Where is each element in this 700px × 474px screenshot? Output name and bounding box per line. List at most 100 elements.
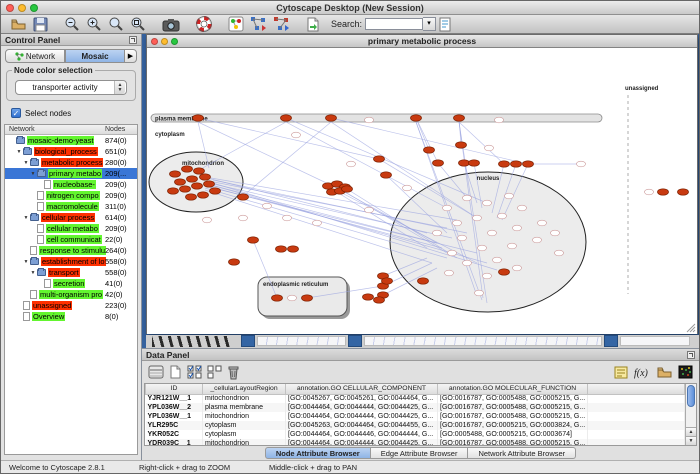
network-node-selected-category[interactable] bbox=[288, 246, 299, 252]
network-node[interactable] bbox=[551, 230, 560, 236]
tree-row[interactable]: cellular metabo209(0) bbox=[5, 223, 137, 234]
layout-network-button[interactable] bbox=[250, 16, 267, 33]
search-dropdown-button[interactable]: ▾ bbox=[423, 17, 436, 31]
network-node[interactable] bbox=[505, 193, 514, 199]
network-edge[interactable] bbox=[331, 122, 477, 218]
network-node[interactable] bbox=[448, 250, 457, 256]
table-row[interactable]: YDR039C__1mitochondrion[GO:0044464, GO:0… bbox=[146, 439, 685, 446]
network-node[interactable] bbox=[443, 205, 452, 211]
network-node[interactable] bbox=[645, 189, 654, 195]
network-node-selected-category[interactable] bbox=[204, 181, 215, 187]
zoom-in-button[interactable] bbox=[86, 16, 102, 33]
network-node[interactable] bbox=[518, 205, 527, 211]
network-node-selected-category[interactable] bbox=[180, 186, 191, 192]
network-node[interactable] bbox=[483, 273, 492, 279]
network-node[interactable] bbox=[513, 265, 522, 271]
network-node[interactable] bbox=[288, 295, 297, 301]
network-node-selected-category[interactable] bbox=[238, 194, 249, 200]
attribute-grid-button[interactable] bbox=[148, 363, 164, 381]
network-node[interactable] bbox=[463, 260, 472, 266]
network-node-selected-category[interactable] bbox=[194, 168, 205, 174]
table-row[interactable]: YJR121W__1mitochondrion[GO:0045267, GO:0… bbox=[146, 394, 685, 403]
network-node-selected-category[interactable] bbox=[248, 237, 259, 243]
delete-attribute-button[interactable] bbox=[227, 363, 240, 381]
network-node-selected-category[interactable] bbox=[433, 160, 444, 166]
network-node-selected-category[interactable] bbox=[193, 115, 204, 121]
network-edge[interactable] bbox=[198, 118, 379, 159]
tree-row[interactable]: cell communicat22(0) bbox=[5, 234, 137, 245]
network-node[interactable] bbox=[203, 217, 212, 223]
network-node-selected-category[interactable] bbox=[170, 171, 181, 177]
network-node[interactable] bbox=[498, 213, 507, 219]
network-node[interactable] bbox=[458, 235, 467, 241]
network-node[interactable] bbox=[403, 185, 412, 191]
network-node-selected-category[interactable] bbox=[281, 115, 292, 121]
expand-arrow-icon[interactable]: ▼ bbox=[22, 259, 30, 265]
network-node-selected-category[interactable] bbox=[411, 115, 422, 121]
network-node-selected-category[interactable] bbox=[374, 156, 385, 162]
network-node-selected-category[interactable] bbox=[381, 172, 392, 178]
open-session-button[interactable] bbox=[10, 16, 27, 33]
tree-row[interactable]: nucleobase-209(0) bbox=[5, 179, 137, 190]
network-node[interactable] bbox=[555, 250, 564, 256]
tab-node-attribute-browser[interactable]: Node Attribute Browser bbox=[265, 447, 371, 459]
network-node[interactable] bbox=[577, 161, 586, 167]
zoom-out-button[interactable] bbox=[64, 16, 80, 33]
tree-row[interactable]: secretion41(0) bbox=[5, 278, 137, 289]
column-header[interactable]: annotation.GO CELLULAR_COMPONENT bbox=[286, 384, 438, 394]
network-node-selected-category[interactable] bbox=[186, 194, 197, 200]
network-node-selected-category[interactable] bbox=[499, 269, 510, 275]
tree-row[interactable]: ▼establishment of lo558(0) bbox=[5, 256, 137, 267]
network-node[interactable] bbox=[473, 215, 482, 221]
network-node[interactable] bbox=[365, 117, 374, 123]
zoom-selected-button[interactable] bbox=[108, 16, 124, 33]
expand-arrow-icon[interactable]: ▼ bbox=[22, 160, 30, 166]
network-node-selected-category[interactable] bbox=[187, 176, 198, 182]
network-node-selected-category[interactable] bbox=[168, 188, 179, 194]
network-node[interactable] bbox=[433, 230, 442, 236]
network-node[interactable] bbox=[533, 237, 542, 243]
network-node[interactable] bbox=[365, 207, 374, 213]
node-color-dropdown[interactable]: transporter activity ▲▼ bbox=[15, 80, 127, 95]
expand-arrow-icon[interactable]: ▼ bbox=[29, 270, 37, 276]
network-node[interactable] bbox=[478, 245, 487, 251]
network-node[interactable] bbox=[475, 290, 484, 296]
network-node[interactable] bbox=[347, 161, 356, 167]
select-attributes-button[interactable] bbox=[187, 363, 202, 381]
network-node-selected-category[interactable] bbox=[382, 278, 393, 284]
tab-network[interactable]: Network bbox=[5, 49, 65, 63]
network-node[interactable] bbox=[263, 203, 272, 209]
network-node-selected-category[interactable] bbox=[276, 246, 287, 252]
close-button[interactable] bbox=[6, 4, 14, 12]
network-node-selected-category[interactable] bbox=[210, 188, 221, 194]
network-node-selected-category[interactable] bbox=[175, 179, 186, 185]
unselect-attributes-button[interactable] bbox=[207, 363, 222, 381]
network-node-selected-category[interactable] bbox=[469, 160, 480, 166]
column-header[interactable]: _cellularLayoutRegion bbox=[203, 384, 286, 394]
search-input[interactable] bbox=[365, 18, 423, 30]
network-node-selected-category[interactable] bbox=[418, 278, 429, 284]
network-edge[interactable] bbox=[331, 118, 528, 164]
network-node-selected-category[interactable] bbox=[459, 160, 470, 166]
expand-arrow-icon[interactable]: ▼ bbox=[15, 149, 23, 155]
float-data-panel-icon[interactable] bbox=[687, 351, 695, 359]
network-node-selected-category[interactable] bbox=[511, 161, 522, 167]
expand-arrow-icon[interactable]: ▼ bbox=[29, 171, 37, 177]
network-node[interactable] bbox=[488, 230, 497, 236]
network-node-selected-category[interactable] bbox=[456, 142, 467, 148]
column-header[interactable]: ID bbox=[146, 384, 203, 394]
tree-row[interactable]: ▼primary metabo209(... bbox=[5, 168, 137, 179]
network-node[interactable] bbox=[283, 215, 292, 221]
network-node-selected-category[interactable] bbox=[182, 166, 193, 172]
tree-row[interactable]: Overview8(0) bbox=[5, 311, 137, 322]
help-button[interactable] bbox=[196, 16, 212, 33]
save-session-button[interactable] bbox=[33, 16, 48, 33]
expand-arrow-icon[interactable]: ▼ bbox=[22, 215, 30, 221]
scroll-up-icon[interactable]: ▲ bbox=[686, 427, 696, 436]
network-node-selected-category[interactable] bbox=[272, 295, 283, 301]
network-node[interactable] bbox=[513, 225, 522, 231]
table-row[interactable]: YLR295Ccytoplasm[GO:0045263, GO:0044464,… bbox=[146, 421, 685, 430]
network-node[interactable] bbox=[453, 220, 462, 226]
minimize-button[interactable] bbox=[18, 4, 26, 12]
network-node[interactable] bbox=[495, 117, 504, 123]
